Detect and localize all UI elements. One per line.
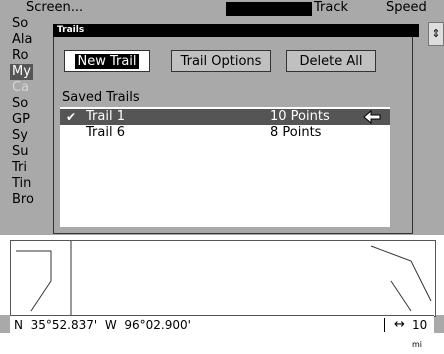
scale-unit: mi	[412, 340, 423, 349]
trail-options-button[interactable]: Trail Options	[171, 50, 271, 72]
up-down-icon: ⇕	[431, 27, 441, 40]
status-bar: N 35°52.837' W 96°02.900' ↔ 10 mi	[10, 315, 434, 349]
saved-trails-list: ✔ Trail 1 10 Points Trail 6 8 Points	[60, 107, 390, 227]
delete-all-button[interactable]: Delete All	[286, 50, 376, 72]
map-frame[interactable]	[10, 240, 436, 317]
scale-value: 10	[412, 318, 428, 332]
lon-prefix: W	[104, 318, 117, 332]
bg-menu-item[interactable]: Su	[12, 144, 29, 160]
bg-menu-item[interactable]: Ro	[12, 48, 28, 64]
track-label: Track	[314, 0, 349, 15]
latitude: 35°52.837'	[30, 318, 98, 332]
bg-menu-item[interactable]: So	[12, 96, 28, 112]
bg-menu-item[interactable]: Tri	[12, 160, 27, 176]
map-lines	[16, 241, 432, 316]
trail-name: Trail 6	[86, 125, 125, 140]
coordinates: N 35°52.837' W 96°02.900'	[14, 316, 191, 334]
pointer-arrow-icon	[363, 109, 381, 125]
bg-menu-item[interactable]: Tin	[12, 176, 31, 192]
bg-menu-item[interactable]: Ala	[12, 32, 32, 48]
scale-arrow-icon: ↔	[394, 317, 405, 332]
dialog-title: Trails	[53, 24, 419, 37]
gps-screen: So Ala Ro My Ca So GP Sy Su Tri Tin Bro …	[0, 0, 444, 349]
trail-points: 8 Points	[270, 125, 322, 140]
trail-row[interactable]: ✔ Trail 1 10 Points	[60, 109, 390, 125]
bg-menu-item-selected[interactable]: My	[10, 64, 33, 80]
data-field-box	[226, 2, 312, 16]
trail-row[interactable]: Trail 6 8 Points	[60, 125, 390, 141]
bg-menu-item-disabled: Ca	[12, 80, 30, 95]
status-divider	[384, 318, 385, 332]
bg-menu-item[interactable]: So	[12, 16, 28, 32]
new-trail-label: New Trail	[75, 54, 139, 69]
check-icon: ✔	[66, 110, 77, 124]
screen-menu-title[interactable]: Screen...	[26, 0, 83, 16]
bg-menu-item[interactable]: GP	[12, 112, 30, 128]
stepper-widget[interactable]: ⇕	[428, 22, 444, 46]
bg-menu-item[interactable]: Bro	[12, 192, 34, 208]
trail-name: Trail 1	[86, 109, 125, 124]
longitude: 96°02.900'	[124, 318, 191, 332]
bg-menu-item[interactable]: Sy	[12, 128, 28, 144]
saved-trails-label: Saved Trails	[62, 90, 140, 105]
speed-label: Speed	[386, 0, 427, 15]
trail-points: 10 Points	[270, 109, 330, 124]
lat-prefix: N	[14, 318, 23, 332]
scale-readout: 10 mi	[412, 316, 434, 354]
top-bar: Screen... Track Speed	[0, 0, 444, 17]
new-trail-button[interactable]: New Trail	[64, 50, 150, 72]
